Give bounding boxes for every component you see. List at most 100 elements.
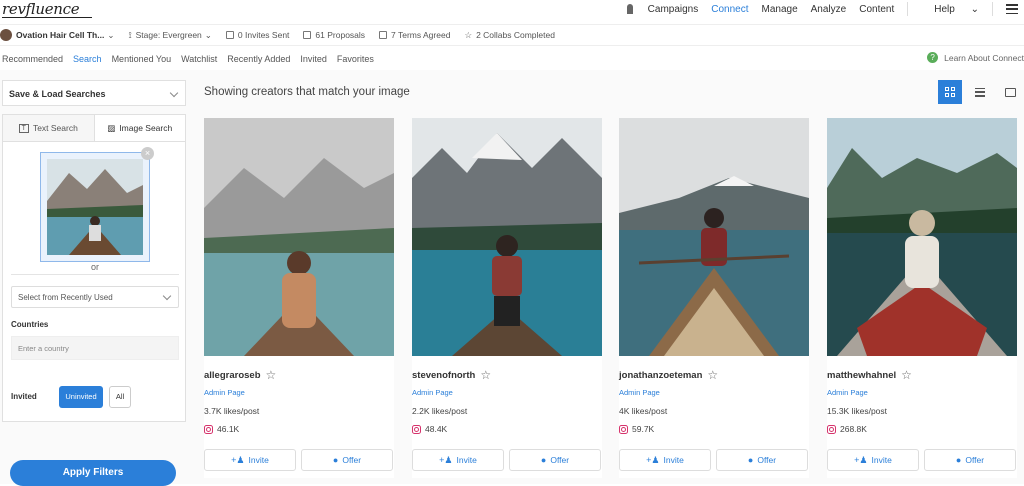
tab-search[interactable]: Search: [73, 54, 102, 64]
remove-image-icon[interactable]: ×: [141, 147, 154, 160]
creator-photo[interactable]: [412, 118, 602, 356]
tab-mentioned-you[interactable]: Mentioned You: [112, 54, 172, 64]
collabs-completed-stat[interactable]: ☆ 2 Collabs Completed: [464, 30, 555, 41]
creator-handle[interactable]: jonathanzoeteman: [619, 370, 702, 381]
nav-campaigns[interactable]: Campaigns: [648, 4, 699, 15]
stage-icon: ⟟: [128, 29, 132, 40]
stage-selector[interactable]: ⟟ Stage: Evergreen ⌄: [128, 30, 211, 41]
uploaded-image-preview[interactable]: ×: [40, 147, 154, 262]
proposals-stat[interactable]: 61 Proposals: [303, 30, 365, 40]
admin-page-link[interactable]: Admin Page: [412, 388, 453, 397]
creator-name: matthewhahnel ☆: [827, 368, 912, 382]
tab-invited[interactable]: Invited: [300, 54, 327, 64]
proposals-label: 61 Proposals: [315, 30, 366, 40]
divider: [11, 274, 179, 275]
image-icon: ▨: [107, 122, 116, 133]
nav-content[interactable]: Content: [859, 4, 894, 15]
countries-label: Countries: [11, 320, 49, 329]
invite-button[interactable]: +♟ Invite: [412, 449, 504, 471]
tab-text-search[interactable]: T Text Search: [3, 115, 94, 141]
chevron-down-icon: ⌄: [970, 3, 979, 15]
campaign-bar: Ovation Hair Cell Th... ⌄ ⟟ Stage: Everg…: [0, 24, 1024, 46]
invite-button[interactable]: +♟ Invite: [204, 449, 296, 471]
follower-count: 268.8K: [840, 424, 867, 434]
offer-button[interactable]: ● Offer: [716, 449, 808, 471]
star-icon[interactable]: ☆: [480, 368, 491, 382]
nav-analyze[interactable]: Analyze: [811, 4, 847, 15]
save-load-label: Save & Load Searches: [9, 89, 106, 99]
creator-photo[interactable]: [827, 118, 1017, 356]
search-mode-tabs: T Text Search ▨ Image Search: [2, 114, 186, 142]
add-user-icon: +♟: [439, 454, 453, 465]
send-icon: [225, 31, 234, 39]
save-load-searches-dropdown[interactable]: Save & Load Searches: [2, 80, 186, 106]
offer-label: Offer: [757, 455, 777, 465]
offer-button[interactable]: ● Offer: [924, 449, 1016, 471]
creator-photo-image: [412, 118, 602, 356]
creator-handle[interactable]: stevenofnorth: [412, 370, 475, 381]
offer-button[interactable]: ● Offer: [509, 449, 601, 471]
logo-underline: [2, 17, 92, 18]
tab-recently-added[interactable]: Recently Added: [227, 54, 290, 64]
invite-label: Invite: [663, 455, 684, 465]
campaign-selector[interactable]: Ovation Hair Cell Th... ⌄: [0, 29, 114, 41]
recently-used-select[interactable]: Select from Recently Used: [11, 286, 179, 308]
follower-count: 48.4K: [425, 424, 448, 434]
admin-page-link[interactable]: Admin Page: [827, 388, 868, 397]
list-view-button[interactable]: [968, 80, 992, 104]
chevron-down-icon: ⌄: [204, 29, 212, 40]
star-icon: ☆: [464, 29, 473, 40]
invite-label: Invite: [456, 455, 477, 465]
tab-recommended[interactable]: Recommended: [2, 54, 63, 64]
nav-manage[interactable]: Manage: [762, 4, 798, 15]
chat-bubble-icon: ●: [747, 455, 754, 465]
learn-about-connect-link[interactable]: ? Learn About Connect: [927, 52, 1024, 63]
invite-button[interactable]: +♟ Invite: [619, 449, 711, 471]
view-toggles: [932, 80, 1022, 104]
all-button[interactable]: All: [109, 386, 131, 408]
uninvited-button[interactable]: Uninvited: [59, 386, 103, 408]
creator-photo[interactable]: [619, 118, 809, 356]
creator-card[interactable]: matthewhahnel ☆ Admin Page 15.3K likes/p…: [827, 118, 1017, 478]
text-icon: T: [18, 123, 29, 133]
location-pin-icon[interactable]: [626, 4, 633, 14]
creator-handle[interactable]: matthewhahnel: [827, 370, 896, 381]
chat-bubble-icon: ●: [540, 455, 547, 465]
star-icon[interactable]: ☆: [901, 368, 912, 382]
likes-per-post: 2.2K likes/post: [412, 406, 468, 416]
image-view-button[interactable]: [998, 80, 1022, 104]
revfluence-logo[interactable]: revfluence: [2, 0, 80, 18]
star-icon[interactable]: ☆: [266, 368, 277, 382]
creator-card[interactable]: allegraroseb ☆ Admin Page 3.7K likes/pos…: [204, 118, 394, 478]
apply-filters-button[interactable]: Apply Filters: [10, 460, 176, 486]
invites-sent-stat[interactable]: 0 Invites Sent: [225, 30, 289, 40]
top-navigation-bar: revfluence Campaigns Connect Manage Anal…: [0, 0, 1024, 22]
creator-handle[interactable]: allegraroseb: [204, 370, 261, 381]
offer-button[interactable]: ● Offer: [301, 449, 393, 471]
hamburger-menu-icon[interactable]: [1006, 4, 1018, 14]
tab-favorites[interactable]: Favorites: [337, 54, 374, 64]
nav-help[interactable]: Help ⌄: [921, 4, 979, 15]
creator-card[interactable]: jonathanzoeteman ☆ Admin Page 4K likes/p…: [619, 118, 809, 478]
terms-agreed-stat[interactable]: 7 Terms Agreed: [379, 30, 450, 40]
terms-agreed-label: 7 Terms Agreed: [391, 30, 451, 40]
invited-filter: Invited Uninvited All: [2, 376, 186, 422]
chat-bubble-icon: ●: [955, 455, 962, 465]
likes-per-post: 4K likes/post: [619, 406, 668, 416]
creator-photo[interactable]: [204, 118, 394, 356]
tab-watchlist[interactable]: Watchlist: [181, 54, 217, 64]
invite-button[interactable]: +♟ Invite: [827, 449, 919, 471]
grid-view-button[interactable]: [938, 80, 962, 104]
grid-icon: [945, 87, 955, 97]
nav-divider-2: [992, 2, 993, 16]
admin-page-link[interactable]: Admin Page: [619, 388, 660, 397]
country-input[interactable]: Enter a country: [11, 336, 179, 360]
admin-page-link[interactable]: Admin Page: [204, 388, 245, 397]
nav-connect[interactable]: Connect: [711, 4, 748, 15]
image-icon: [1004, 87, 1016, 97]
add-user-icon: +♟: [231, 454, 245, 465]
handshake-icon: [379, 31, 388, 39]
tab-image-search[interactable]: ▨ Image Search: [93, 115, 185, 141]
star-icon[interactable]: ☆: [707, 368, 718, 382]
creator-card[interactable]: stevenofnorth ☆ Admin Page 2.2K likes/po…: [412, 118, 602, 478]
